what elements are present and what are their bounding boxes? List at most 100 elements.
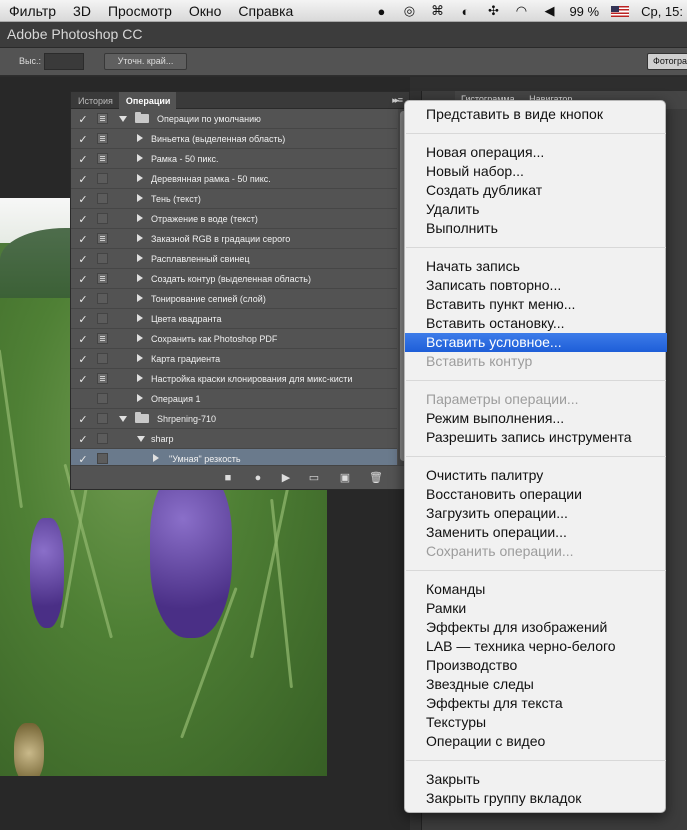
action-row[interactable]: ✓ sharp (71, 429, 397, 449)
triangle-right-icon[interactable] (137, 394, 143, 402)
action-row[interactable]: ✓ Тонирование сепией (слой) (71, 289, 397, 309)
dialog-toggle-icon[interactable] (97, 213, 108, 224)
toggle-checkmark-icon[interactable]: ✓ (77, 433, 89, 446)
menu-item[interactable]: Удалить (405, 200, 667, 219)
toggle-checkmark-icon[interactable]: ✓ (77, 273, 89, 286)
refine-edge-button[interactable]: Уточн. край... (104, 53, 187, 70)
action-row[interactable]: ✓ Заказной RGB в градации серого (71, 229, 397, 249)
menu-view[interactable]: Просмотр (99, 3, 180, 19)
toggle-checkmark-icon[interactable]: ✓ (77, 253, 89, 266)
tab-history[interactable]: История (71, 92, 119, 109)
triangle-down-icon[interactable] (119, 416, 127, 422)
menu-item[interactable]: Команды (405, 580, 667, 599)
menu-3d[interactable]: 3D (64, 3, 99, 19)
toggle-checkmark-icon[interactable]: ✓ (77, 233, 89, 246)
action-row[interactable]: ✓ Цвета квадранта (71, 309, 397, 329)
dialog-toggle-icon[interactable] (97, 233, 108, 244)
menu-item[interactable]: Новый набор... (405, 162, 667, 181)
toggle-checkmark-icon[interactable]: ✓ (77, 153, 89, 166)
menu-item[interactable]: LAB — техника черно-белого (405, 637, 667, 656)
dialog-toggle-icon[interactable] (97, 133, 108, 144)
menu-item[interactable]: Режим выполнения... (405, 409, 667, 428)
action-row[interactable]: ✓ Создать контур (выделенная область) (71, 269, 397, 289)
triangle-right-icon[interactable] (137, 334, 143, 342)
wifi-icon[interactable]: ◠ (513, 3, 529, 18)
toggle-checkmark-icon[interactable]: ✓ (77, 173, 89, 186)
bluetooth-icon[interactable]: ✣ (485, 3, 501, 18)
triangle-right-icon[interactable] (137, 274, 143, 282)
action-row[interactable]: ✓ Тень (текст) (71, 189, 397, 209)
dialog-toggle-icon[interactable] (97, 113, 108, 124)
action-row[interactable]: ✓ Отражение в воде (текст) (71, 209, 397, 229)
new-action-icon[interactable]: ▣ (338, 471, 352, 485)
stop-icon[interactable]: ■ (221, 471, 235, 485)
menu-item[interactable]: Эффекты для изображений (405, 618, 667, 637)
triangle-right-icon[interactable] (137, 154, 143, 162)
dialog-toggle-icon[interactable] (97, 273, 108, 284)
dialog-toggle-icon[interactable] (97, 253, 108, 264)
menu-item[interactable]: Закрыть (405, 770, 667, 789)
triangle-right-icon[interactable] (137, 374, 143, 382)
triangle-right-icon[interactable] (137, 174, 143, 182)
triangle-down-icon[interactable] (119, 116, 127, 122)
menu-item[interactable]: Начать запись (405, 257, 667, 276)
toggle-checkmark-icon[interactable]: ✓ (77, 413, 89, 426)
command-icon[interactable]: ⌘ (429, 3, 445, 18)
menu-item[interactable]: Восстановить операции (405, 485, 667, 504)
menu-item[interactable]: Вставить условное... (405, 333, 667, 352)
dialog-toggle-icon[interactable] (97, 413, 108, 424)
dialog-toggle-icon[interactable] (97, 313, 108, 324)
toggle-checkmark-icon[interactable]: ✓ (77, 353, 89, 366)
dialog-toggle-icon[interactable] (97, 193, 108, 204)
menu-item[interactable]: Вставить остановку... (405, 314, 667, 333)
action-row[interactable]: ✓ Операции по умолчанию (71, 109, 397, 129)
action-row[interactable]: Операция 1 (71, 389, 397, 409)
workspace-button[interactable]: Фотогра (647, 53, 687, 70)
action-row[interactable]: ✓ Сохранить как Photoshop PDF (71, 329, 397, 349)
trash-icon[interactable]: 🗑 (369, 471, 383, 485)
toggle-checkmark-icon[interactable]: ✓ (77, 133, 89, 146)
menu-item[interactable]: Текстуры (405, 713, 667, 732)
menu-item[interactable]: Записать повторно... (405, 276, 667, 295)
menu-item[interactable]: Разрешить запись инструмента (405, 428, 667, 447)
triangle-right-icon[interactable] (137, 214, 143, 222)
clock[interactable]: Ср, 15: (641, 4, 683, 19)
triangle-right-icon[interactable] (137, 234, 143, 242)
menu-item[interactable]: Вставить пункт меню... (405, 295, 667, 314)
menu-item[interactable]: Загрузить операции... (405, 504, 667, 523)
battery-status[interactable]: 99 % (569, 4, 599, 19)
tab-actions[interactable]: Операции (118, 92, 177, 109)
dialog-toggle-icon[interactable] (97, 453, 108, 464)
menu-help[interactable]: Справка (229, 3, 301, 19)
action-row[interactable]: ✓ Расплавленный свинец (71, 249, 397, 269)
toggle-checkmark-icon[interactable]: ✓ (77, 333, 89, 346)
evernote-icon[interactable]: ● (373, 4, 389, 19)
menu-item[interactable]: Создать дубликат (405, 181, 667, 200)
menu-item[interactable]: Эффекты для текста (405, 694, 667, 713)
dialog-toggle-icon[interactable] (97, 333, 108, 344)
panel-menu-icon[interactable]: ▸▸ ≡ (392, 95, 403, 106)
menu-item[interactable]: Очистить палитру (405, 466, 667, 485)
triangle-right-icon[interactable] (137, 294, 143, 302)
dialog-toggle-icon[interactable] (97, 173, 108, 184)
triangle-right-icon[interactable] (137, 254, 143, 262)
action-row[interactable]: ✓ Настройка краски клонирования для микс-… (71, 369, 397, 389)
triangle-right-icon[interactable] (137, 134, 143, 142)
triangle-right-icon[interactable] (137, 194, 143, 202)
dialog-toggle-icon[interactable] (97, 293, 108, 304)
dialog-toggle-icon[interactable] (97, 153, 108, 164)
height-field[interactable] (44, 53, 84, 70)
toggle-checkmark-icon[interactable]: ✓ (77, 313, 89, 326)
menu-item[interactable]: Заменить операции... (405, 523, 667, 542)
action-row[interactable]: ✓ Shrpening-710 (71, 409, 397, 429)
triangle-right-icon[interactable] (137, 314, 143, 322)
volume-icon[interactable]: ◀ (541, 3, 557, 18)
action-row[interactable]: ✓ Виньетка (выделенная область) (71, 129, 397, 149)
action-row[interactable]: ✓ Деревянная рамка - 50 пикс. (71, 169, 397, 189)
flag-icon[interactable] (611, 5, 630, 17)
cc-icon[interactable]: ◎ (401, 3, 417, 18)
new-set-icon[interactable]: ▭ (307, 471, 321, 485)
menu-item[interactable]: Выполнить (405, 219, 667, 238)
moon-icon[interactable]: ◐ (457, 4, 473, 19)
menu-item[interactable]: Новая операция... (405, 143, 667, 162)
